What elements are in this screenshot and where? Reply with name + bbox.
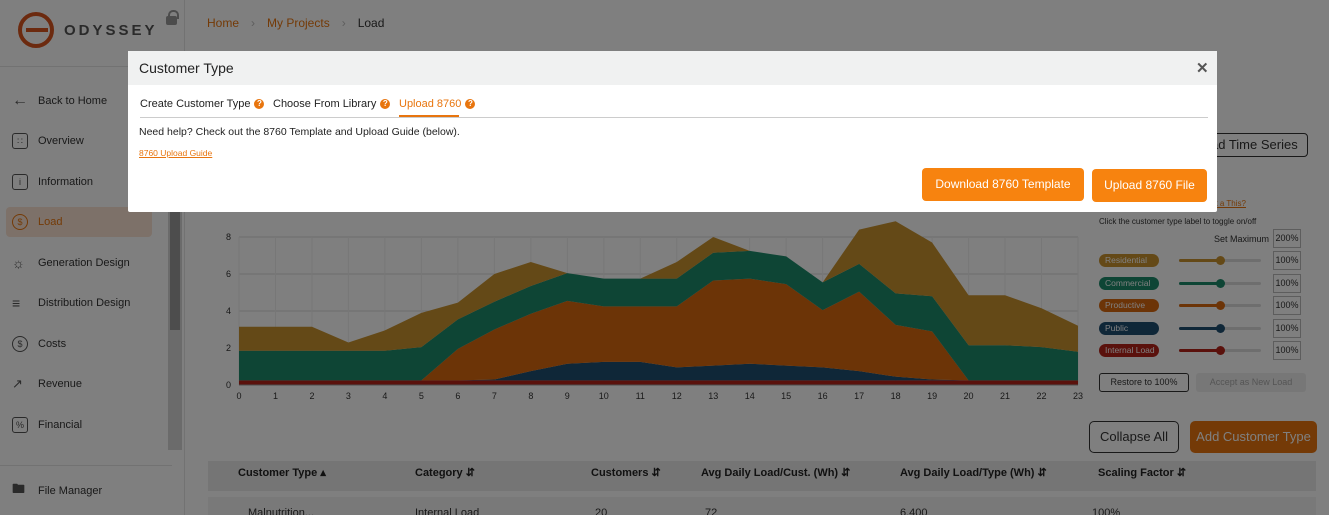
modal-title: Customer Type <box>139 60 234 76</box>
tab-create-customer-type[interactable]: Create Customer Type? <box>140 98 265 110</box>
upload-guide-link[interactable]: 8760 Upload Guide <box>139 148 212 158</box>
help-icon[interactable]: ? <box>380 99 391 109</box>
download-template-button[interactable]: Download 8760 Template <box>922 168 1084 201</box>
upload-file-button[interactable]: Upload 8760 File <box>1092 169 1207 202</box>
tab-upload-8760[interactable]: Upload 8760? <box>399 98 476 110</box>
close-icon[interactable]: ✕ <box>1196 59 1209 77</box>
help-text: Need help? Check out the 8760 Template a… <box>139 126 460 138</box>
tab-choose-from-library[interactable]: Choose From Library? <box>273 98 391 110</box>
help-icon[interactable]: ? <box>254 99 265 109</box>
active-tab-indicator <box>399 115 459 117</box>
customer-type-modal: Customer Type ✕ Create Customer Type? Ch… <box>128 51 1217 212</box>
help-icon[interactable]: ? <box>465 99 476 109</box>
modal-tabs: Create Customer Type? Choose From Librar… <box>140 96 1208 118</box>
modal-header: Customer Type ✕ <box>128 51 1217 85</box>
